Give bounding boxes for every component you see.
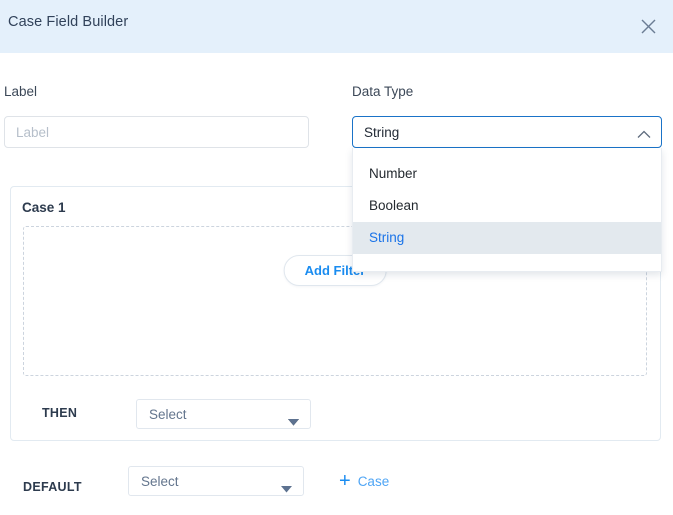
case-title: Case 1	[22, 200, 66, 215]
default-select[interactable]: Select	[128, 466, 304, 496]
default-select-value: Select	[141, 474, 179, 489]
default-row: DEFAULT Select + Case	[0, 455, 673, 510]
dropdown-option-boolean[interactable]: Boolean	[353, 190, 661, 222]
then-select-value: Select	[149, 407, 187, 422]
data-type-dropdown-list[interactable]: Number Boolean String	[352, 148, 662, 272]
close-icon[interactable]	[633, 11, 663, 41]
chevron-down-icon	[288, 413, 299, 431]
label-field-label: Label	[4, 84, 38, 99]
plus-icon: +	[339, 470, 351, 492]
then-select[interactable]: Select	[136, 399, 311, 429]
add-case-label: Case	[357, 473, 390, 489]
data-type-select[interactable]: String	[352, 116, 662, 148]
page-title: Case Field Builder	[8, 14, 129, 30]
label-input[interactable]	[4, 116, 309, 148]
then-row: THEN Select	[11, 385, 660, 440]
dropdown-option-number[interactable]: Number	[353, 158, 661, 190]
data-type-field-label: Data Type	[352, 84, 414, 99]
dropdown-option-string[interactable]: String	[353, 222, 661, 254]
default-label: DEFAULT	[23, 480, 82, 494]
data-type-selected-value: String	[364, 124, 400, 140]
case-field-builder-modal: Case Field Builder Label Data Type Strin…	[0, 0, 673, 515]
chevron-up-icon	[637, 126, 651, 144]
chevron-down-icon	[281, 480, 292, 498]
modal-header: Case Field Builder	[0, 0, 673, 53]
add-case-button[interactable]: + Case	[339, 471, 389, 491]
then-label: THEN	[42, 406, 78, 420]
